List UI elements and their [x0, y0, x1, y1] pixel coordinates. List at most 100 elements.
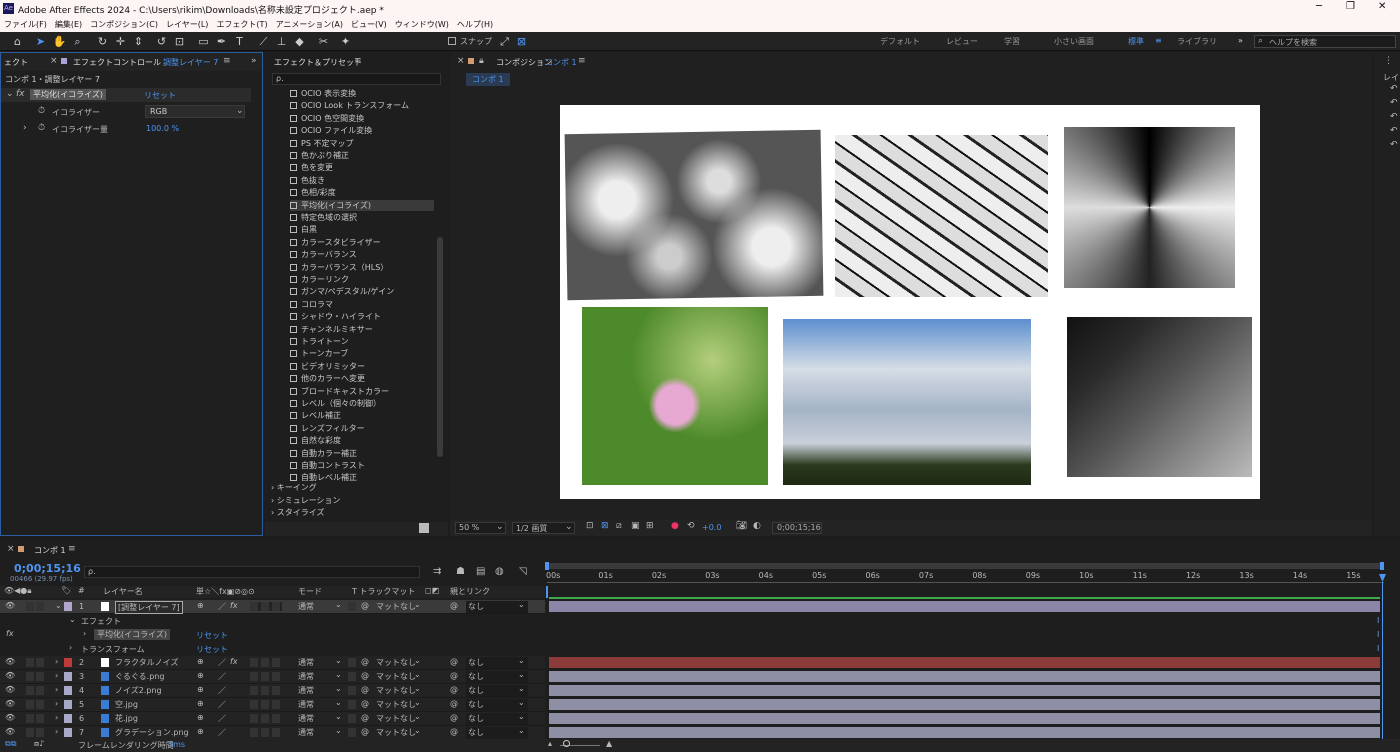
audio-toggle[interactable] — [26, 686, 34, 695]
effect-name-label[interactable]: 平均化(イコライズ) — [30, 89, 107, 100]
exposure-value[interactable]: +0.0 — [702, 523, 721, 532]
effect-list-item[interactable]: レンズフィルター — [290, 423, 365, 434]
mode-dropdown[interactable]: 通常 ⌄ — [298, 684, 345, 697]
audio-toggle[interactable] — [26, 714, 34, 723]
shy-switch-icon[interactable]: ⊕ — [197, 727, 204, 736]
effect-list-item[interactable]: ガンマ/ペデスタル/ゲイン — [290, 286, 394, 297]
effect-list-item[interactable]: OCIO 表示変換 — [290, 88, 356, 99]
trackmatte-dropdown[interactable]: マットなし ⌄ — [376, 684, 423, 697]
timeline-tab-label[interactable]: コンポ 1 — [34, 545, 66, 556]
new-bin-icon[interactable] — [419, 523, 429, 533]
effect-list-item[interactable]: レベル補正 — [290, 410, 341, 421]
close-tab-icon[interactable]: × — [457, 56, 465, 66]
matte-link-icon[interactable]: @ — [361, 671, 369, 680]
shy-switch-icon[interactable]: ⊕ — [197, 699, 204, 708]
visibility-eye-icon[interactable]: 👁︎ — [5, 699, 15, 708]
panel-menu-icon[interactable]: ≡ — [354, 56, 362, 66]
timeline-layer-row[interactable]: 👁︎ › 5 空.jpg ⊕ ／通常 ⌄ @ マットなし ⌄ @ なし ⌄ — [0, 698, 545, 712]
effect-list-item[interactable]: レベル（個々の制御） — [290, 398, 381, 409]
rectangle-tool-icon[interactable]: ▭ — [196, 34, 211, 49]
matte-link-icon[interactable]: @ — [361, 699, 369, 708]
parent-pickwhip-icon[interactable]: @ — [450, 685, 458, 694]
panel-menu-icon[interactable]: ≡ — [68, 544, 76, 554]
expand-chevron-icon[interactable]: › — [55, 727, 58, 736]
timeline-timecode[interactable]: 0;00;15;16 — [14, 562, 81, 575]
toggle-switches-icon[interactable]: ⧈♪ — [34, 739, 44, 749]
undo-icon[interactable]: ↶ — [1390, 98, 1398, 108]
image-noise2[interactable] — [835, 135, 1048, 297]
help-search-input[interactable]: ⌕ ヘルプを検索 — [1254, 35, 1396, 48]
anchor-tool-icon[interactable]: ⊡ — [172, 34, 187, 49]
visibility-eye-icon[interactable]: 👁︎ — [5, 713, 15, 722]
stopwatch-icon[interactable]: ⏱ — [38, 123, 45, 133]
camera-tool-icon[interactable]: ✛ — [113, 34, 128, 49]
show-snapshot-icon[interactable]: ◐ — [753, 521, 761, 531]
layer-duration-bar[interactable] — [549, 713, 1380, 724]
menu-edit[interactable]: 編集(E) — [51, 17, 86, 32]
undo-icon[interactable]: ↶ — [1390, 140, 1398, 150]
layer-duration-bar[interactable] — [549, 671, 1380, 682]
workspace-small-screen[interactable]: 小さい画面 — [1054, 36, 1094, 47]
quality-switch-icon[interactable]: ／ — [218, 685, 226, 696]
orbit-tool-icon[interactable]: ↺ — [154, 34, 169, 49]
audio-toggle[interactable] — [26, 658, 34, 667]
fx-switch-icon[interactable]: fx — [230, 657, 238, 666]
shy-switch-icon[interactable]: ⊕ — [197, 657, 204, 666]
grid-icon[interactable]: ⊞ — [646, 521, 654, 531]
quality-switch-icon[interactable]: ／ — [218, 699, 226, 710]
effect-list-item[interactable]: チャンネルミキサー — [290, 324, 373, 335]
effect-list-item[interactable]: 他のカラーへ変更 — [290, 373, 365, 384]
region-of-interest-icon[interactable]: ⊡ — [586, 521, 594, 531]
effect-list-item[interactable]: コロラマ — [290, 299, 333, 310]
expand-chevron-icon[interactable]: › — [55, 657, 58, 666]
timeline-search-input[interactable]: ρ. — [84, 566, 420, 578]
effect-list-item[interactable]: OCIO Look トランスフォーム — [290, 100, 409, 111]
equalizer-dropdown[interactable]: RGB ⌄ — [145, 105, 245, 118]
effect-list-item[interactable]: ブロードキャストカラー — [290, 386, 389, 397]
resolution-dropdown[interactable]: 1/2 画質 ⌄ — [512, 522, 575, 534]
snapshot-icon[interactable]: 📷︎ — [736, 521, 747, 531]
chevron-right-icon[interactable]: › — [83, 629, 86, 638]
timeline-layer-row[interactable]: 👁︎ › 2 フラクタルノイズ ⊕ ／ fx 通常 ⌄ @ マットなし ⌄ @ なし ⌄ — [0, 656, 545, 670]
stopwatch-icon[interactable]: ⏱ — [38, 106, 45, 116]
brush-tool-icon[interactable]: ⟋ — [256, 34, 271, 49]
visibility-eye-icon[interactable]: 👁︎ — [5, 685, 15, 694]
effect-list-item[interactable]: カラーバランス（HLS） — [290, 262, 388, 273]
effect-controls-tab-layer[interactable]: 調整レイヤー 7 — [163, 57, 218, 68]
switch-boxes[interactable] — [250, 714, 282, 723]
undo-icon[interactable]: ↶ — [1390, 112, 1398, 122]
panel-menu-icon[interactable]: ⋮ — [1384, 56, 1393, 66]
effect-list-item[interactable]: 色相/彩度 — [290, 187, 336, 198]
comp-canvas[interactable] — [560, 105, 1260, 499]
parent-dropdown[interactable]: なし ⌄ — [466, 670, 528, 683]
equalizer-amount-value[interactable]: 100.0 % — [146, 124, 179, 133]
timeline-layer-row[interactable]: 👁︎ › 4 ノイズ2.png ⊕ ／通常 ⌄ @ マットなし ⌄ @ なし ⌄ — [0, 684, 545, 698]
mode-dropdown[interactable]: 通常 ⌄ — [298, 712, 345, 725]
effect-list-item[interactable]: 特定色域の選択 — [290, 212, 357, 223]
solo-toggle[interactable] — [36, 602, 44, 611]
layer-duration-bar[interactable] — [549, 685, 1380, 696]
visibility-eye-icon[interactable]: 👁︎ — [5, 727, 15, 736]
audio-toggle[interactable] — [26, 602, 34, 611]
solo-toggle[interactable] — [36, 700, 44, 709]
solo-toggle[interactable] — [36, 658, 44, 667]
work-area-bar[interactable] — [548, 563, 1382, 569]
preserve-transparency-toggle[interactable] — [348, 700, 356, 709]
image-swirl[interactable] — [1064, 127, 1235, 288]
matte-link-icon[interactable]: @ — [361, 685, 369, 694]
effect-category[interactable]: › スタイライズ — [271, 507, 325, 518]
chevron-right-icon[interactable]: › — [23, 123, 27, 133]
audio-toggle[interactable] — [26, 700, 34, 709]
layer-duration-bar[interactable] — [549, 699, 1380, 710]
channel-icon[interactable]: ● — [671, 521, 679, 531]
left-panel-tab[interactable]: ェクト — [4, 57, 28, 68]
audio-toggle[interactable] — [26, 672, 34, 681]
exposure-reset-icon[interactable]: ⟲ — [687, 521, 695, 531]
effect-list-item[interactable]: シャドウ・ハイライト — [290, 311, 381, 322]
timeline-zoom-thumb[interactable] — [563, 740, 570, 747]
effect-list-item[interactable]: カラースタビライザー — [290, 237, 381, 248]
parent-pickwhip-icon[interactable]: @ — [450, 713, 458, 722]
label-color[interactable] — [64, 658, 72, 667]
eraser-tool-icon[interactable]: ◆ — [292, 34, 307, 49]
effect-list-item[interactable]: 自動コントラスト — [290, 460, 365, 471]
